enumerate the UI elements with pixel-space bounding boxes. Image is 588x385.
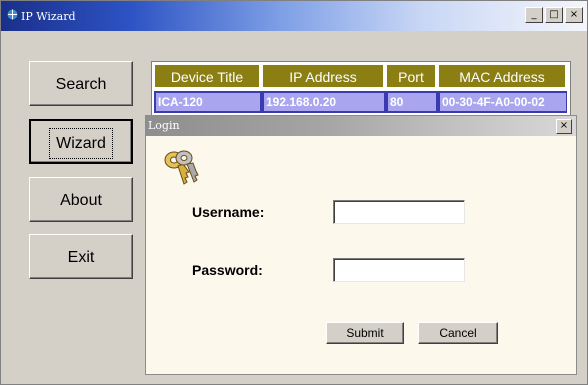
exit-button-label: Exit — [67, 249, 95, 266]
cell-ip-address[interactable]: 192.168.0.20 — [264, 93, 384, 111]
login-dialog-title: Login — [148, 119, 180, 132]
device-table: Device Title IP Address Port MAC Address… — [151, 61, 571, 118]
search-button-label: Search — [55, 76, 107, 93]
cell-device-title[interactable]: ICA-120 — [156, 93, 260, 111]
column-header-device-title[interactable]: Device Title — [154, 64, 260, 88]
about-button-label: About — [60, 192, 102, 209]
title-bar[interactable]: IP Wizard _ □ × — [1, 1, 587, 31]
minimize-button[interactable]: _ — [525, 7, 543, 23]
submit-button[interactable]: Submit — [326, 322, 404, 344]
cell-mac-address[interactable]: 00-30-4F-A0-00-02 — [440, 93, 566, 111]
column-header-mac-address[interactable]: MAC Address — [438, 64, 566, 88]
exit-button[interactable]: Exit — [29, 234, 133, 279]
search-button[interactable]: Search — [29, 61, 133, 106]
window-title: IP Wizard — [21, 10, 76, 23]
login-close-button[interactable]: × — [556, 119, 572, 134]
keys-icon — [164, 150, 199, 185]
login-dialog-title-bar[interactable]: Login × — [146, 116, 576, 136]
password-label: Password: — [192, 262, 263, 278]
wizard-button-label: Wizard — [49, 128, 113, 159]
login-dialog: Login × Username: Password: Submit Cance… — [145, 115, 577, 375]
about-button[interactable]: About — [29, 177, 133, 222]
column-header-port[interactable]: Port — [386, 64, 436, 88]
maximize-button[interactable]: □ — [545, 7, 563, 23]
cell-port[interactable]: 80 — [388, 93, 436, 111]
username-label: Username: — [192, 204, 265, 220]
close-button[interactable]: × — [565, 7, 583, 23]
column-header-ip-address[interactable]: IP Address — [262, 64, 384, 88]
wizard-button[interactable]: Wizard — [29, 119, 133, 164]
cancel-button[interactable]: Cancel — [418, 322, 498, 344]
password-field[interactable] — [333, 258, 465, 282]
ip-wizard-window: IP Wizard _ □ × Search Wizard About Exit… — [0, 0, 588, 385]
username-field[interactable] — [333, 200, 465, 224]
app-icon — [6, 8, 19, 21]
